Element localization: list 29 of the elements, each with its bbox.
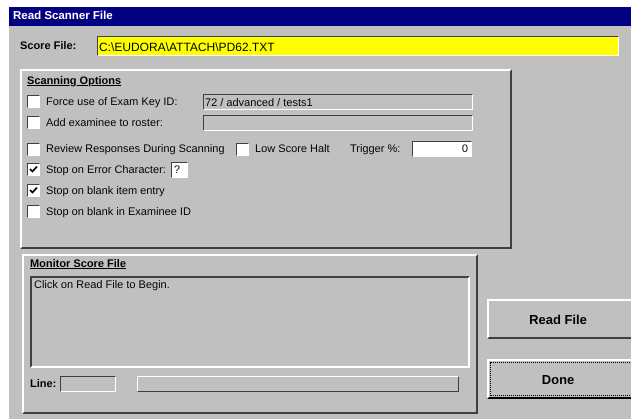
trigger-label: Trigger %: (350, 143, 402, 155)
checkbox[interactable] (27, 95, 40, 108)
score-file-field[interactable]: C:\EUDORA\ATTACH\PD62.TXT (97, 36, 619, 56)
error-character-field[interactable]: ? (170, 162, 188, 178)
checkbox-label: Force use of Exam Key ID: (46, 96, 178, 108)
score-file-label: Score File: (20, 40, 78, 52)
action-button[interactable]: Read File (487, 299, 631, 339)
checkbox-label: Stop on blank item entry (46, 184, 165, 196)
exam-key-field[interactable]: 72 / advanced / tests1 (203, 94, 473, 110)
checkbox-label: Stop on Error Character: (46, 164, 166, 176)
checkbox[interactable] (236, 142, 249, 156)
action-button[interactable]: Done (487, 359, 631, 399)
checkbox[interactable] (27, 163, 40, 176)
log-area: Click on Read File to Begin. (30, 276, 470, 368)
checkbox-label: Add examinee to roster: (46, 116, 164, 128)
checkbox[interactable] (27, 116, 40, 129)
scanning-options-title: Scanning Options (27, 75, 122, 89)
roster-field[interactable] (203, 114, 473, 130)
line-label: Line: (30, 378, 56, 390)
trigger-field[interactable]: 0 (412, 141, 472, 157)
checkbox-label: Stop on blank in Examinee ID (46, 206, 191, 218)
checkbox-label: Low Score Halt (255, 143, 331, 155)
line-field (60, 376, 116, 392)
checkbox-label: Review Responses During Scanning (46, 143, 226, 155)
checkbox[interactable] (27, 142, 40, 156)
monitor-title: Monitor Score File (30, 258, 126, 272)
checkbox[interactable] (27, 205, 40, 218)
window-title: Read Scanner File (9, 7, 631, 26)
checkbox[interactable] (27, 184, 40, 197)
